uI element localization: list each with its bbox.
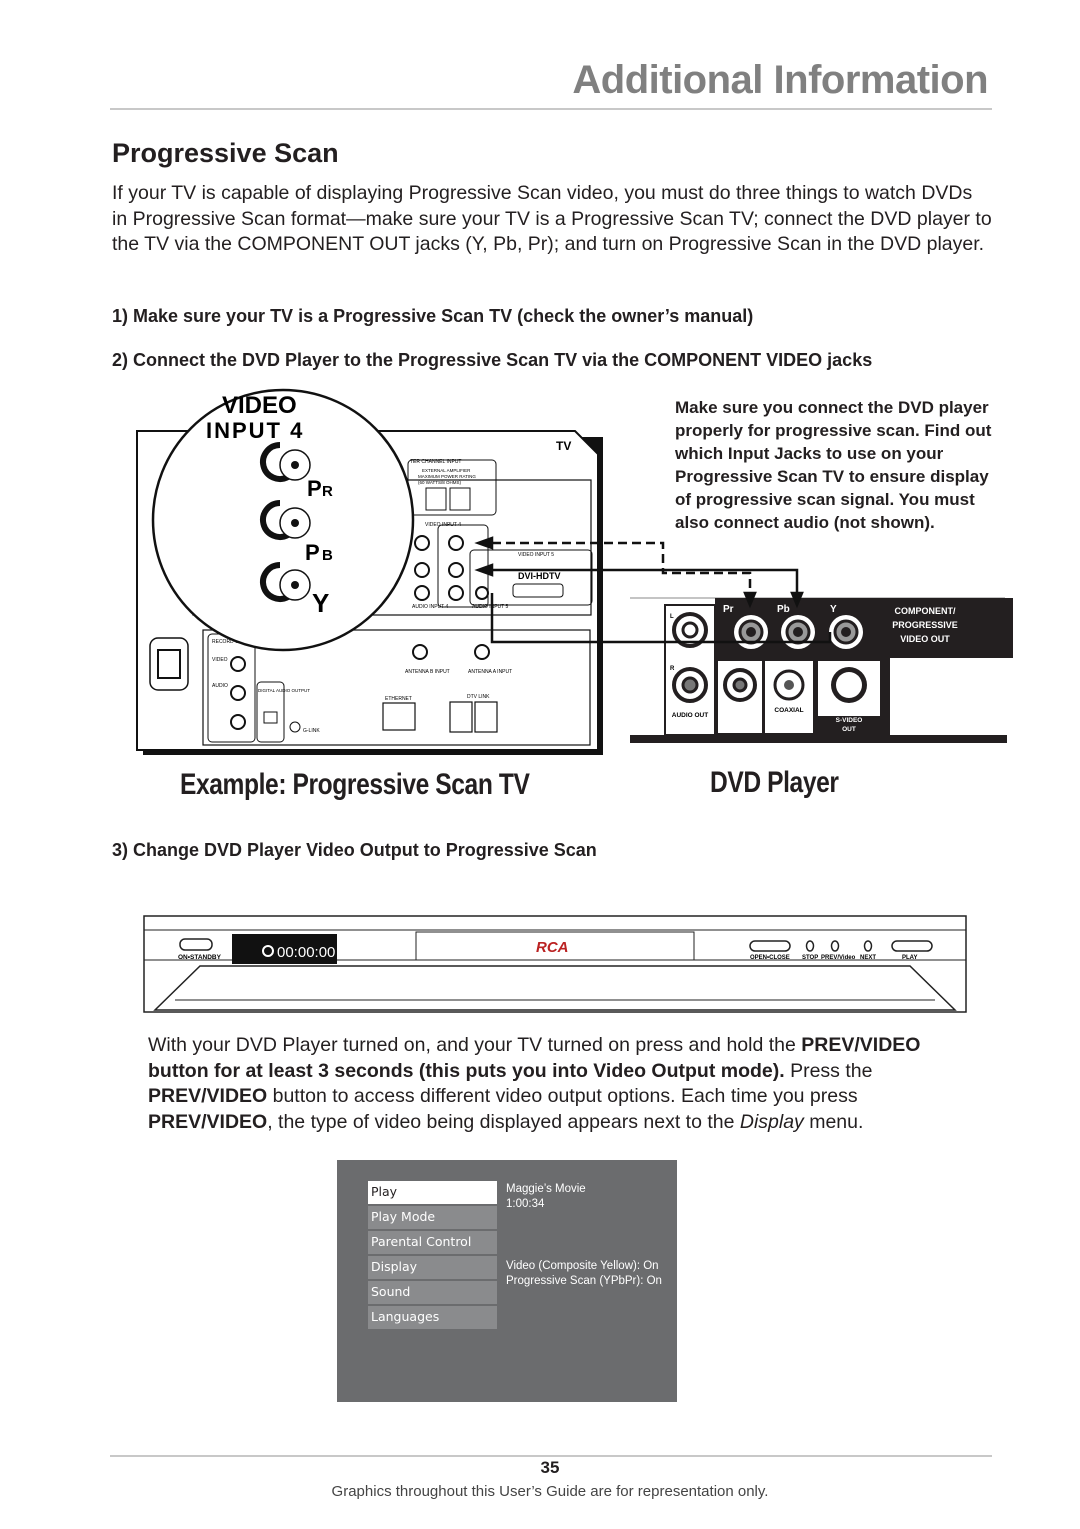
page-header-title: Additional Information [572, 58, 988, 102]
osd-menu-item-parental-control[interactable]: Parental Control [368, 1231, 497, 1254]
footer-note: Graphics throughout this User’s Guide ar… [331, 1483, 769, 1500]
tv-caption: Example: Progressive Scan TV [180, 768, 530, 801]
svideo-label-1: S-VIDEO [836, 717, 863, 724]
osd-time: 1:00:34 [506, 1198, 545, 1210]
section-title: Progressive Scan [112, 138, 339, 168]
dvd-r-label: R [670, 666, 675, 672]
intro-paragraph: If your TV is capable of displaying Prog… [112, 182, 992, 256]
standby-label: ON•STANDBY [178, 954, 222, 961]
osd-menu-item-languages[interactable]: Languages [368, 1306, 497, 1329]
osd-menu-item-sound[interactable]: Sound [368, 1281, 497, 1304]
coaxial-label-2: DIGITAL [776, 716, 802, 723]
antenna-b-label: ANTENNA B INPUT [405, 669, 450, 675]
record-video-label: VIDEO [212, 657, 228, 663]
osd-menu: Play Play Mode Parental Control Display … [337, 1160, 677, 1402]
component-label-2: PROGRESSIVE [892, 620, 958, 630]
dvd-caption: DVD Player [710, 766, 839, 799]
dvd-rear-panel: Pr Pb Y COMPONENT/ PROGRESSIVE VIDEO OUT… [630, 597, 1013, 743]
prev-video-label: PREV/Video [821, 955, 856, 961]
amp-label-1: EXTERNAL AMPLIFIER [422, 468, 471, 473]
step-2: 2) Connect the DVD Player to the Progres… [112, 350, 873, 370]
dvi-hdtv-label: DVI-HDTV [518, 571, 561, 581]
next-label: NEXT [860, 955, 876, 961]
play-label: PLAY [902, 955, 917, 961]
record-audio-label: AUDIO [212, 683, 228, 689]
header-divider [110, 108, 992, 110]
osd-menu-item-play-mode[interactable]: Play Mode [368, 1206, 497, 1229]
zoom-video-label: VIDEO [222, 392, 297, 419]
dvd-audio-out-label: AUDIO OUT [672, 712, 709, 719]
video-input5-label: VIDEO INPUT 5 [518, 552, 554, 558]
dvd-l-label: L [670, 614, 674, 620]
dvd-pr-label: Pr [723, 604, 734, 615]
zoom-input-label: INPUT 4 [206, 418, 304, 443]
dvd-video-out-label-1: VIDEO [730, 717, 750, 724]
power-socket [149, 637, 189, 691]
connection-note: Make sure you connect the DVD player pro… [675, 398, 992, 532]
osd-title: Maggie’s Movie [506, 1183, 586, 1195]
ethernet-label: ETHERNET [385, 696, 412, 702]
audio-input4-label: AUDIO INPUT 4 [412, 604, 449, 610]
antenna-a-label: ANTENNA A INPUT [468, 669, 512, 675]
component-label-1: COMPONENT/ [894, 606, 956, 616]
step-1: 1) Make sure your TV is a Progressive Sc… [112, 306, 754, 326]
zoom-pb-label: P [305, 540, 320, 565]
stop-label: STOP [802, 955, 818, 961]
audio-input5-label: AUDIO INPUT 5 [472, 604, 509, 610]
zoom-pr-sub: R [322, 483, 333, 500]
amp-label-2: MAXIMUM POWER RATING [418, 474, 476, 479]
dvd-player-front: ON•STANDBY 00:00:00 RCA OPEN•CLOSE STOP … [143, 915, 967, 1013]
svideo-label-2: OUT [842, 726, 856, 733]
osd-menu-item-play[interactable]: Play [368, 1181, 497, 1204]
dvd-y-label: Y [830, 604, 837, 615]
zoom-pr-label: P [307, 476, 322, 501]
dvd-video-out-label-2: OUT [733, 726, 747, 733]
dtv-link-label: DTV LINK [467, 694, 490, 700]
video-input4-label: VIDEO INPUT 4 [425, 522, 461, 528]
zoom-pb-sub: B [322, 547, 333, 564]
component-label-3: VIDEO OUT [900, 634, 950, 644]
display-time: 00:00:00 [277, 944, 335, 961]
amp-label-3: (60 WATTS/8 OHMS) [418, 480, 462, 485]
coaxial-label-3: AUDIO OUT [771, 725, 808, 732]
osd-progressive-status: Progressive Scan (YPbPr): On [506, 1275, 662, 1287]
page-number: 35 [540, 1458, 560, 1477]
instructions-paragraph: With your DVD Player turned on, and your… [148, 1034, 921, 1134]
rca-logo: RCA [536, 939, 569, 956]
zoom-callout: VIDEO INPUT 4 P R P B Y [151, 388, 415, 652]
zoom-y-label: Y [312, 588, 329, 618]
osd-menu-item-display[interactable]: Display [368, 1256, 497, 1279]
open-close-label: OPEN•CLOSE [750, 955, 790, 961]
digital-audio-label: DIGITAL AUDIO OUTPUT [258, 688, 310, 693]
glink-label: G-LINK [303, 728, 320, 734]
tv-label: TV [556, 439, 571, 453]
osd-video-status: Video (Composite Yellow): On [506, 1260, 659, 1272]
dvd-pb-label: Pb [777, 604, 790, 615]
coaxial-label-1: COAXIAL [774, 707, 803, 714]
footer-divider [110, 1455, 992, 1457]
center-channel-label: TER CHANNEL INPUT [410, 459, 462, 465]
step-3: 3) Change DVD Player Video Output to Pro… [112, 840, 597, 860]
